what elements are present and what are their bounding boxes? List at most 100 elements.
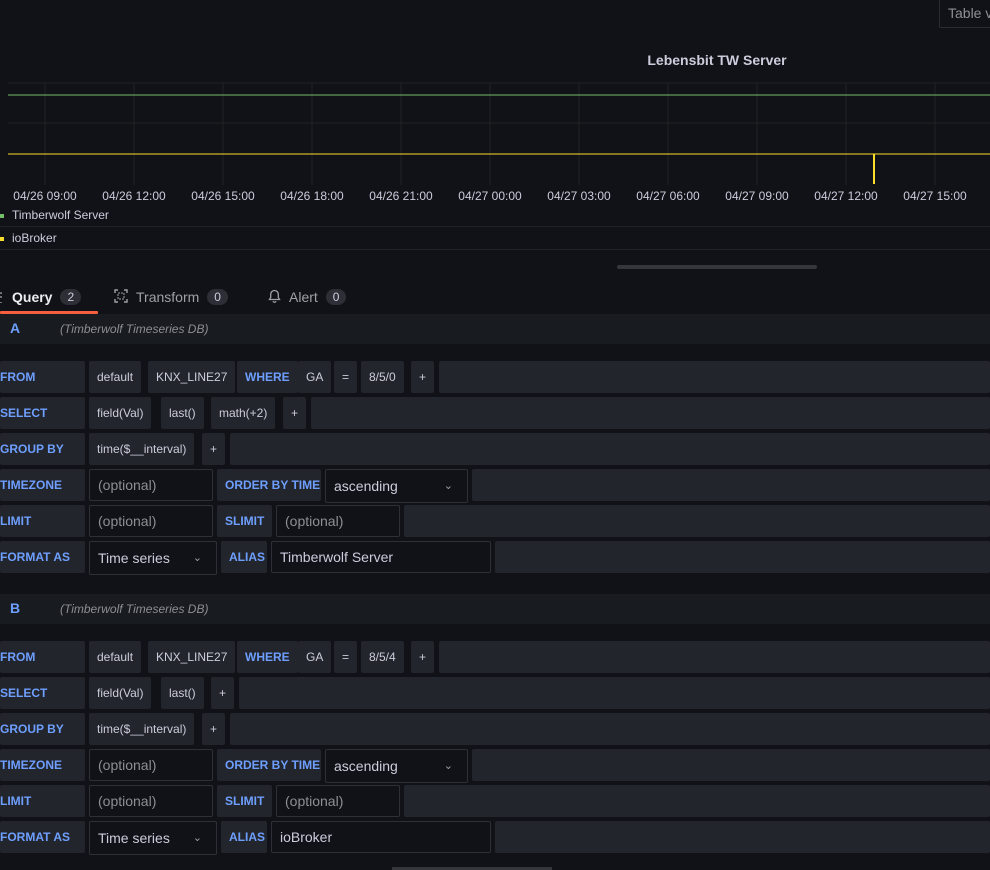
timezone-label: TIMEZONE xyxy=(0,469,85,501)
x-tick-label: 04/26 21:00 xyxy=(369,189,433,203)
select-math-segment[interactable]: math(+2) xyxy=(211,397,276,429)
add-where-button[interactable]: + xyxy=(411,361,435,393)
where-label: WHERE xyxy=(237,641,298,673)
alias-input[interactable]: ioBroker xyxy=(271,821,491,853)
where-value-segment[interactable]: 8/5/0 xyxy=(361,361,404,393)
chevron-down-icon: ⌄ xyxy=(192,832,202,844)
add-group-by-button[interactable]: + xyxy=(202,433,226,465)
limit-label: LIMIT xyxy=(0,505,85,537)
tab-alert[interactable]: Alert 0 xyxy=(268,282,347,312)
query-b-limit-row: LIMIT (optional) SLIMIT (optional) xyxy=(0,785,990,817)
measurement-segment[interactable]: KNX_LINE27 xyxy=(148,641,236,673)
add-select-button[interactable]: + xyxy=(283,397,307,429)
x-tick-label: 04/26 12:00 xyxy=(102,189,166,203)
alias-label: ALIAS xyxy=(221,821,267,853)
query-a-from-row: FROM default KNX_LINE27 WHERE GA = 8/5/0… xyxy=(0,361,990,393)
retention-policy-segment[interactable]: default xyxy=(89,361,142,393)
order-by-value: ascending xyxy=(334,478,398,494)
x-tick-label: 04/27 03:00 xyxy=(547,189,611,203)
add-group-by-button[interactable]: + xyxy=(202,713,226,745)
legend-item-timberwolf[interactable]: Timberwolf Server xyxy=(0,204,990,227)
order-by-time-label: ORDER BY TIME xyxy=(217,749,321,781)
slimit-input[interactable]: (optional) xyxy=(276,785,400,817)
x-tick-label: 04/26 15:00 xyxy=(191,189,255,203)
row-filler xyxy=(439,361,990,393)
order-by-select[interactable]: ascending ⌄ xyxy=(325,749,468,783)
select-field-segment[interactable]: field(Val) xyxy=(89,397,152,429)
select-field-segment[interactable]: field(Val) xyxy=(89,677,152,709)
x-tick-label: 04/27 09:00 xyxy=(725,189,789,203)
where-value-segment[interactable]: 8/5/4 xyxy=(361,641,404,673)
query-letter[interactable]: A xyxy=(10,320,20,336)
row-filler xyxy=(239,677,990,709)
query-b-format-row: FORMAT AS Time series ⌄ ALIAS ioBroker xyxy=(0,821,990,855)
transform-icon xyxy=(114,288,128,306)
retention-policy-segment[interactable]: default xyxy=(89,641,142,673)
add-select-button[interactable]: + xyxy=(211,677,235,709)
limit-input[interactable]: (optional) xyxy=(89,505,213,537)
row-filler xyxy=(230,433,990,465)
measurement-segment[interactable]: KNX_LINE27 xyxy=(148,361,236,393)
row-filler xyxy=(404,505,990,537)
group-by-label: GROUP BY xyxy=(0,433,85,465)
time-series-chart[interactable]: 04/26 09:00 04/26 12:00 04/26 15:00 04/26 1… xyxy=(0,75,990,205)
legend-item-iobroker[interactable]: ioBroker xyxy=(0,227,990,250)
timezone-input[interactable]: (optional) xyxy=(89,749,213,781)
query-a-select-row: SELECT field(Val) last() math(+2) + xyxy=(0,397,990,429)
where-operator-segment[interactable]: = xyxy=(334,641,358,673)
row-filler xyxy=(439,641,990,673)
timezone-input[interactable]: (optional) xyxy=(89,469,213,501)
add-where-button[interactable]: + xyxy=(411,641,435,673)
select-label: SELECT xyxy=(0,397,85,429)
query-letter[interactable]: B xyxy=(10,600,20,616)
query-a-header[interactable]: A (Timberwolf Timeseries DB) xyxy=(0,314,990,344)
tab-transform[interactable]: Transform 0 xyxy=(114,282,228,312)
format-as-label: FORMAT AS xyxy=(0,541,85,573)
x-tick-label: 04/27 15:00 xyxy=(903,189,967,203)
format-as-value: Time series xyxy=(98,830,170,846)
panel-resize-handle[interactable] xyxy=(617,265,817,269)
chevron-down-icon: ⌄ xyxy=(192,552,202,564)
query-datasource: (Timberwolf Timeseries DB) xyxy=(60,602,209,616)
row-filler xyxy=(472,749,990,781)
group-by-time-segment[interactable]: time($__interval) xyxy=(89,433,195,465)
slimit-label: SLIMIT xyxy=(217,785,272,817)
slimit-input[interactable]: (optional) xyxy=(276,505,400,537)
x-tick-label: 04/26 18:00 xyxy=(280,189,344,203)
tab-transform-count: 0 xyxy=(207,289,228,305)
limit-label: LIMIT xyxy=(0,785,85,817)
select-aggregation-segment[interactable]: last() xyxy=(161,397,204,429)
x-tick-label: 04/27 00:00 xyxy=(458,189,522,203)
query-b-from-row: FROM default KNX_LINE27 WHERE GA = 8/5/4… xyxy=(0,641,990,673)
row-filler xyxy=(472,469,990,501)
row-filler xyxy=(230,713,990,745)
chevron-down-icon: ⌄ xyxy=(443,480,453,492)
chevron-down-icon: ⌄ xyxy=(443,760,453,772)
where-tag-segment[interactable]: GA xyxy=(298,641,332,673)
group-by-label: GROUP BY xyxy=(0,713,85,745)
legend-swatch xyxy=(0,236,4,241)
panel-title: Lebensbit TW Server xyxy=(647,52,787,68)
where-operator-segment[interactable]: = xyxy=(334,361,358,393)
from-label: FROM xyxy=(0,361,85,393)
row-filler xyxy=(311,397,990,429)
where-tag-segment[interactable]: GA xyxy=(298,361,332,393)
query-b-timezone-row: TIMEZONE (optional) ORDER BY TIME ascend… xyxy=(0,749,990,783)
tab-alert-count: 0 xyxy=(325,289,347,305)
legend-label: Timberwolf Server xyxy=(12,208,109,222)
table-view-toggle[interactable]: Table v xyxy=(939,0,990,28)
row-filler xyxy=(495,541,990,573)
group-by-time-segment[interactable]: time($__interval) xyxy=(89,713,195,745)
format-as-select[interactable]: Time series ⌄ xyxy=(89,541,217,575)
legend-label: ioBroker xyxy=(12,231,57,245)
order-by-select[interactable]: ascending ⌄ xyxy=(325,469,468,503)
select-aggregation-segment[interactable]: last() xyxy=(161,677,204,709)
query-b-header[interactable]: B (Timberwolf Timeseries DB) xyxy=(0,594,990,624)
row-filler xyxy=(495,821,990,853)
x-tick-label: 04/27 12:00 xyxy=(814,189,878,203)
format-as-select[interactable]: Time series ⌄ xyxy=(89,821,217,855)
order-by-value: ascending xyxy=(334,758,398,774)
limit-input[interactable]: (optional) xyxy=(89,785,213,817)
tab-query[interactable]: Query 2 xyxy=(0,282,82,312)
alias-input[interactable]: Timberwolf Server xyxy=(271,541,491,573)
